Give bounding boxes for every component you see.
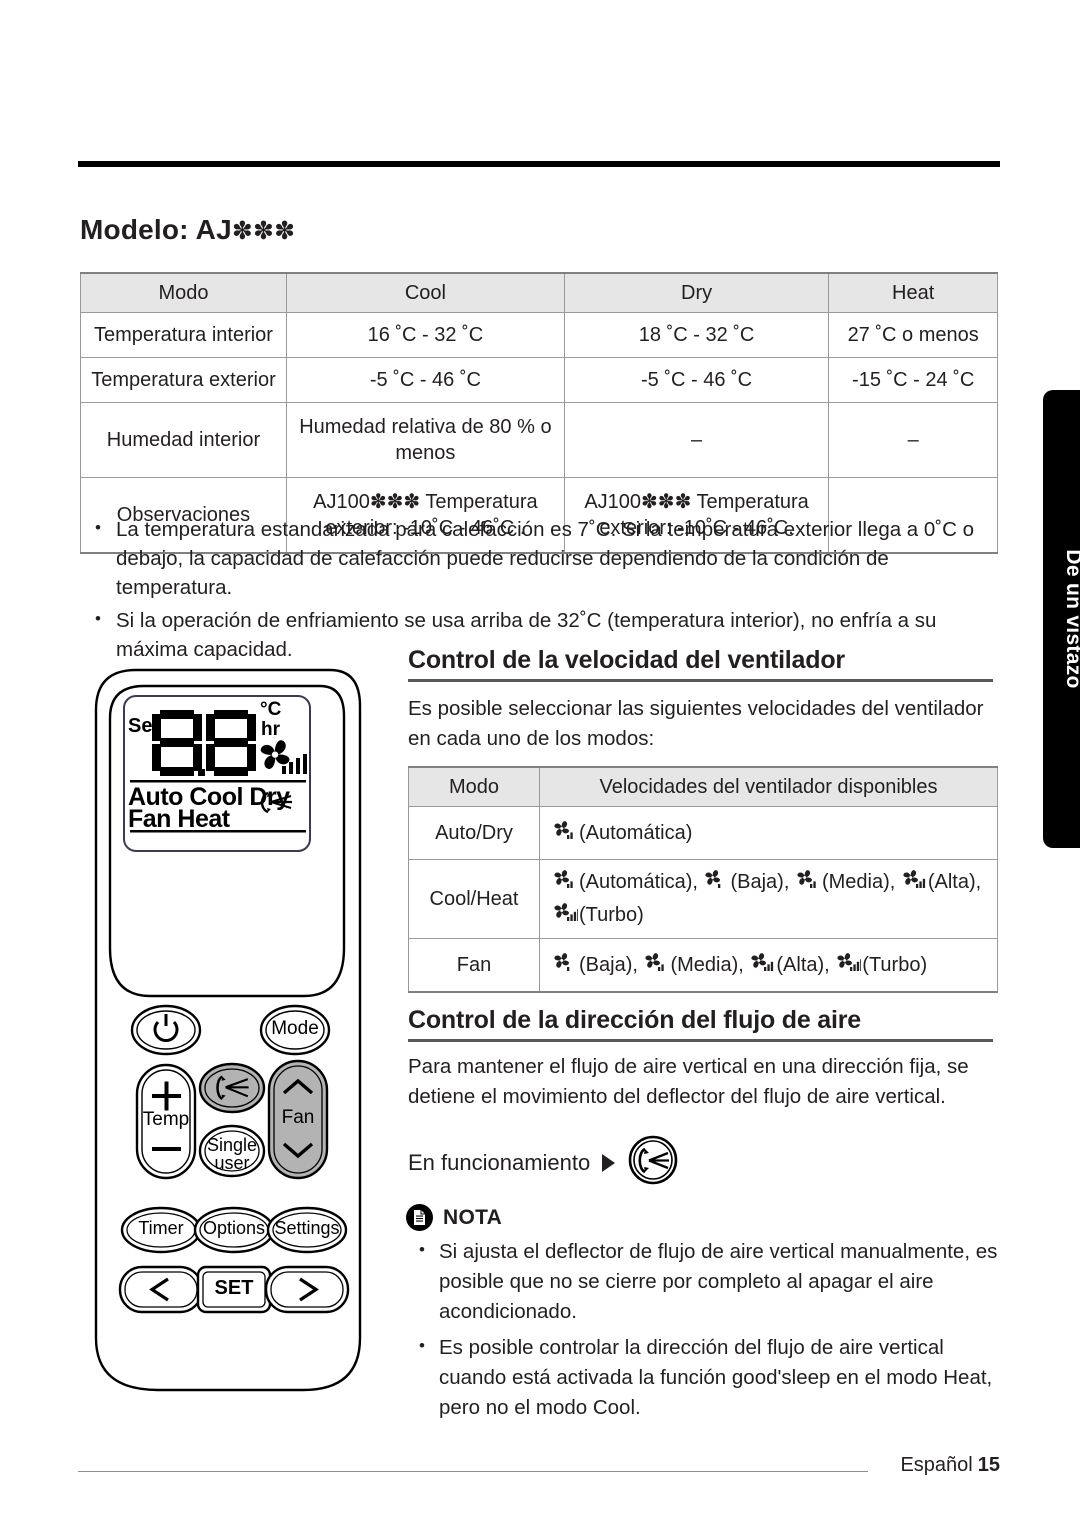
fan-speed-label: (Turbo) xyxy=(862,953,928,976)
section-heading-fan-speed-text: Control de la velocidad del ventilador xyxy=(408,646,845,674)
fan-speed-label: (Automática), xyxy=(579,871,704,893)
note-list: Si ajusta el deflector de flujo de aire … xyxy=(406,1235,1006,1423)
footer-rule xyxy=(78,1471,868,1472)
fan-speed-label: (Baja), xyxy=(730,871,795,893)
fan-auto-icon xyxy=(552,869,578,891)
page-title: Modelo: AJ✽✽✽ xyxy=(80,214,295,246)
remote-body-svg xyxy=(94,668,362,1392)
fan-medium-icon xyxy=(795,869,821,891)
model-spec-table: Modo Cool Dry Heat Temperatura interior … xyxy=(80,272,998,554)
col-header-dry: Dry xyxy=(563,272,830,313)
table-header-row: Modo Cool Dry Heat xyxy=(80,272,998,313)
speeds-cell: (Automática) xyxy=(539,806,998,860)
cell-dry: – xyxy=(563,402,830,478)
row-label: Humedad interior xyxy=(80,402,287,478)
section-tab-de-un-vistazo: De un vistazo xyxy=(1043,390,1080,848)
play-triangle-icon xyxy=(602,1154,616,1172)
manual-page: De un vistazo Modelo: AJ✽✽✽ Modo Cool Dr… xyxy=(0,0,1080,1532)
table-header-row: Modo Velocidades del ventilador disponib… xyxy=(408,766,998,807)
cell-heat: – xyxy=(828,402,998,478)
header-rule xyxy=(78,161,1000,167)
table-row: Temperatura interior 16 ˚C - 32 ˚C 18 ˚C… xyxy=(80,312,998,358)
fan-high-icon xyxy=(749,952,775,974)
page-title-prefix: Modelo: AJ xyxy=(80,214,232,245)
fan-turbo-icon xyxy=(835,952,862,974)
airflow-direction-icon xyxy=(627,1134,679,1192)
note-block: NOTA Si ajusta el deflector de flujo de … xyxy=(406,1204,1006,1429)
table-row: Fan (Baja), (Media), (Alta), (Turbo) xyxy=(408,938,998,993)
note-header: NOTA xyxy=(406,1204,1006,1231)
fan-speed-table: Modo Velocidades del ventilador disponib… xyxy=(408,766,998,993)
fan-medium-icon xyxy=(643,952,669,974)
page-number: 15 xyxy=(977,1454,1000,1476)
row-label-fan: Fan xyxy=(408,938,540,993)
row-label: Temperatura exterior xyxy=(80,357,287,403)
cell-cool: -5 ˚C - 46 ˚C xyxy=(285,357,565,403)
row-label-auto-dry: Auto/Dry xyxy=(408,806,540,860)
cell-heat: 27 ˚C o menos xyxy=(828,312,998,358)
fan-speed-label: (Alta), xyxy=(927,871,982,893)
section-heading-fan-speed: Control de la velocidad del ventilador xyxy=(408,646,993,682)
heading-underline xyxy=(408,679,993,682)
fan-speed-label: (Media), xyxy=(670,953,750,976)
row-label: Temperatura interior xyxy=(80,312,287,358)
col-header-modo: Modo xyxy=(80,272,287,313)
note-title: NOTA xyxy=(443,1205,503,1229)
row-label-cool-heat: Cool/Heat xyxy=(408,859,540,939)
temp-minus-icon xyxy=(152,1147,181,1151)
list-item: Es posible controlar la dirección del fl… xyxy=(406,1331,1006,1423)
fan-speed-label: (Alta), xyxy=(776,953,836,976)
table-row: Cool/Heat (Automática), (Baja), (Media),… xyxy=(408,859,998,939)
fan-high-icon xyxy=(901,869,927,891)
cell-heat: -15 ˚C - 24 ˚C xyxy=(828,357,998,403)
footer: Español 15 xyxy=(900,1454,1000,1477)
fan-speed-intro: Es posible seleccionar las siguientes ve… xyxy=(408,697,984,750)
list-item: La temperatura estandarizada para calefa… xyxy=(80,513,1000,602)
section-tab-label: De un vistazo xyxy=(1062,549,1080,689)
table-row: Auto/Dry (Automática) xyxy=(408,806,998,860)
cell-dry: -5 ˚C - 46 ˚C xyxy=(563,357,830,403)
list-item: Si ajusta el deflector de flujo de aire … xyxy=(406,1235,1006,1327)
fan-speed-label: (Media), xyxy=(821,871,901,893)
fan-speed-label: (Baja), xyxy=(579,953,644,976)
section-heading-airflow: Control de la dirección del flujo de air… xyxy=(408,1006,993,1042)
speeds-cell: (Baja), (Media), (Alta), (Turbo) xyxy=(539,938,998,993)
col-header-cool: Cool xyxy=(285,272,565,313)
cell-cool: Humedad relativa de 80 % o menos xyxy=(285,402,565,478)
fan-low-icon xyxy=(703,869,729,891)
airflow-intro: Para mantener el flujo de aire vertical … xyxy=(408,1055,969,1108)
fan-turbo-icon xyxy=(552,902,578,924)
fan-speed-label: (Turbo) xyxy=(579,904,644,926)
col-header-heat: Heat xyxy=(828,272,998,313)
col-header-modo: Modo xyxy=(408,766,540,807)
operating-label: En funcionamiento xyxy=(408,1150,591,1175)
cell-cool: 16 ˚C - 32 ˚C xyxy=(285,312,565,358)
section-heading-airflow-text: Control de la dirección del flujo de air… xyxy=(408,1006,861,1034)
remote-control-illustration: Set °C hr Auto Cool Dry Fan Heat Mode Te… xyxy=(88,648,378,1408)
heading-underline xyxy=(408,1039,993,1042)
table-row: Temperatura exterior -5 ˚C - 46 ˚C -5 ˚C… xyxy=(80,357,998,403)
operating-instruction-row: En funcionamiento xyxy=(408,1134,679,1192)
col-header-velocidades: Velocidades del ventilador disponibles xyxy=(539,766,998,807)
fan-low-icon xyxy=(552,952,578,974)
table-row: Humedad interior Humedad relativa de 80 … xyxy=(80,402,998,478)
fan-auto-icon xyxy=(552,820,578,842)
fan-speed-label: (Automática) xyxy=(579,821,693,844)
footer-language: Español xyxy=(900,1454,973,1476)
page-title-stars: ✽✽✽ xyxy=(231,217,296,245)
speeds-cell: (Automática), (Baja), (Media), (Alta), (… xyxy=(539,859,998,939)
document-icon xyxy=(406,1204,433,1231)
cell-dry: 18 ˚C - 32 ˚C xyxy=(563,312,830,358)
